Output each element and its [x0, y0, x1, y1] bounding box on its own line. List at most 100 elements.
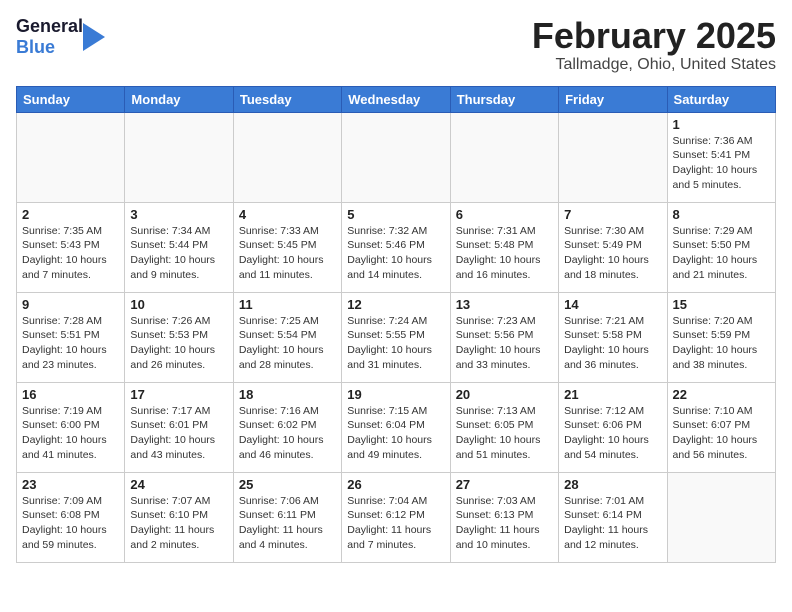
- day-number: 22: [673, 387, 770, 402]
- calendar-cell: 18 Sunrise: 7:16 AM Sunset: 6:02 PM Dayli…: [233, 382, 341, 472]
- day-info: Sunrise: 7:23 AM Sunset: 5:56 PM Dayligh…: [456, 314, 553, 373]
- calendar-table: SundayMondayTuesdayWednesdayThursdayFrid…: [16, 86, 776, 563]
- day-info: Sunrise: 7:32 AM Sunset: 5:46 PM Dayligh…: [347, 224, 444, 283]
- calendar-subtitle: Tallmadge, Ohio, United States: [532, 56, 776, 74]
- calendar-cell: 15 Sunrise: 7:20 AM Sunset: 5:59 PM Dayli…: [667, 292, 775, 382]
- day-info: Sunrise: 7:20 AM Sunset: 5:59 PM Dayligh…: [673, 314, 770, 373]
- day-info: Sunrise: 7:29 AM Sunset: 5:50 PM Dayligh…: [673, 224, 770, 283]
- day-number: 1: [673, 117, 770, 132]
- logo-general-text: General: [16, 16, 83, 37]
- calendar-cell: [342, 112, 450, 202]
- calendar-cell: 4 Sunrise: 7:33 AM Sunset: 5:45 PM Daylig…: [233, 202, 341, 292]
- weekday-header-friday: Friday: [559, 86, 667, 112]
- day-info: Sunrise: 7:16 AM Sunset: 6:02 PM Dayligh…: [239, 404, 336, 463]
- calendar-cell: [450, 112, 558, 202]
- calendar-cell: 8 Sunrise: 7:29 AM Sunset: 5:50 PM Daylig…: [667, 202, 775, 292]
- day-info: Sunrise: 7:34 AM Sunset: 5:44 PM Dayligh…: [130, 224, 227, 283]
- calendar-cell: 10Sunrise: 7:26 AM Sunset: 5:53 PM Dayli…: [125, 292, 233, 382]
- day-info: Sunrise: 7:36 AM Sunset: 5:41 PM Dayligh…: [673, 134, 770, 193]
- day-info: Sunrise: 7:10 AM Sunset: 6:07 PM Dayligh…: [673, 404, 770, 463]
- day-number: 27: [456, 477, 553, 492]
- calendar-cell: 23Sunrise: 7:09 AM Sunset: 6:08 PM Dayli…: [17, 472, 125, 562]
- week-row-3: 16 Sunrise: 7:19 AM Sunset: 6:00 PM Dayli…: [17, 382, 776, 472]
- day-number: 24: [130, 477, 227, 492]
- calendar-cell: 28 Sunrise: 7:01 AM Sunset: 6:14 PM Dayli…: [559, 472, 667, 562]
- day-number: 18: [239, 387, 336, 402]
- week-row-1: 2 Sunrise: 7:35 AM Sunset: 5:43 PM Daylig…: [17, 202, 776, 292]
- day-number: 28: [564, 477, 661, 492]
- weekday-header-tuesday: Tuesday: [233, 86, 341, 112]
- calendar-cell: 13 Sunrise: 7:23 AM Sunset: 5:56 PM Dayli…: [450, 292, 558, 382]
- calendar-cell: [559, 112, 667, 202]
- day-info: Sunrise: 7:15 AM Sunset: 6:04 PM Dayligh…: [347, 404, 444, 463]
- calendar-cell: 25 Sunrise: 7:06 AM Sunset: 6:11 PM Dayli…: [233, 472, 341, 562]
- day-number: 26: [347, 477, 444, 492]
- calendar-cell: 3 Sunrise: 7:34 AM Sunset: 5:44 PM Daylig…: [125, 202, 233, 292]
- calendar-cell: 27 Sunrise: 7:03 AM Sunset: 6:13 PM Dayli…: [450, 472, 558, 562]
- weekday-header-saturday: Saturday: [667, 86, 775, 112]
- day-info: Sunrise: 7:26 AM Sunset: 5:53 PM Dayligh…: [130, 314, 227, 373]
- day-number: 2: [22, 207, 119, 222]
- day-info: Sunrise: 7:17 AM Sunset: 6:01 PM Dayligh…: [130, 404, 227, 463]
- week-row-4: 23Sunrise: 7:09 AM Sunset: 6:08 PM Dayli…: [17, 472, 776, 562]
- day-info: Sunrise: 7:35 AM Sunset: 5:43 PM Dayligh…: [22, 224, 119, 283]
- calendar-title: February 2025: [532, 16, 776, 56]
- logo: GeneralBlue: [16, 16, 105, 57]
- day-number: 9: [22, 297, 119, 312]
- weekday-header-wednesday: Wednesday: [342, 86, 450, 112]
- day-number: 5: [347, 207, 444, 222]
- day-number: 11: [239, 297, 336, 312]
- day-info: Sunrise: 7:28 AM Sunset: 5:51 PM Dayligh…: [22, 314, 119, 373]
- day-number: 4: [239, 207, 336, 222]
- calendar-cell: 16 Sunrise: 7:19 AM Sunset: 6:00 PM Dayli…: [17, 382, 125, 472]
- day-info: Sunrise: 7:04 AM Sunset: 6:12 PM Dayligh…: [347, 494, 444, 553]
- week-row-0: 1 Sunrise: 7:36 AM Sunset: 5:41 PM Daylig…: [17, 112, 776, 202]
- calendar-cell: 11 Sunrise: 7:25 AM Sunset: 5:54 PM Dayli…: [233, 292, 341, 382]
- calendar-cell: 19 Sunrise: 7:15 AM Sunset: 6:04 PM Dayli…: [342, 382, 450, 472]
- calendar-cell: 7 Sunrise: 7:30 AM Sunset: 5:49 PM Daylig…: [559, 202, 667, 292]
- day-info: Sunrise: 7:06 AM Sunset: 6:11 PM Dayligh…: [239, 494, 336, 553]
- day-number: 19: [347, 387, 444, 402]
- day-info: Sunrise: 7:33 AM Sunset: 5:45 PM Dayligh…: [239, 224, 336, 283]
- calendar-cell: 21Sunrise: 7:12 AM Sunset: 6:06 PM Dayli…: [559, 382, 667, 472]
- calendar-cell: 14Sunrise: 7:21 AM Sunset: 5:58 PM Dayli…: [559, 292, 667, 382]
- day-number: 25: [239, 477, 336, 492]
- day-info: Sunrise: 7:21 AM Sunset: 5:58 PM Dayligh…: [564, 314, 661, 373]
- weekday-header-row: SundayMondayTuesdayWednesdayThursdayFrid…: [17, 86, 776, 112]
- calendar-cell: 26 Sunrise: 7:04 AM Sunset: 6:12 PM Dayli…: [342, 472, 450, 562]
- day-number: 17: [130, 387, 227, 402]
- day-number: 20: [456, 387, 553, 402]
- logo-blue-text: Blue: [16, 37, 83, 58]
- calendar-cell: 6 Sunrise: 7:31 AM Sunset: 5:48 PM Daylig…: [450, 202, 558, 292]
- calendar-cell: 9 Sunrise: 7:28 AM Sunset: 5:51 PM Daylig…: [17, 292, 125, 382]
- calendar-cell: 5 Sunrise: 7:32 AM Sunset: 5:46 PM Daylig…: [342, 202, 450, 292]
- day-number: 15: [673, 297, 770, 312]
- day-number: 16: [22, 387, 119, 402]
- calendar-cell: 1 Sunrise: 7:36 AM Sunset: 5:41 PM Daylig…: [667, 112, 775, 202]
- logo-arrow-icon: [83, 18, 105, 56]
- calendar-cell: 22 Sunrise: 7:10 AM Sunset: 6:07 PM Dayli…: [667, 382, 775, 472]
- title-block: February 2025 Tallmadge, Ohio, United St…: [532, 16, 776, 74]
- day-number: 8: [673, 207, 770, 222]
- calendar-cell: 12Sunrise: 7:24 AM Sunset: 5:55 PM Dayli…: [342, 292, 450, 382]
- calendar-cell: [125, 112, 233, 202]
- day-info: Sunrise: 7:01 AM Sunset: 6:14 PM Dayligh…: [564, 494, 661, 553]
- day-info: Sunrise: 7:03 AM Sunset: 6:13 PM Dayligh…: [456, 494, 553, 553]
- weekday-header-monday: Monday: [125, 86, 233, 112]
- weekday-header-thursday: Thursday: [450, 86, 558, 112]
- day-number: 13: [456, 297, 553, 312]
- day-number: 3: [130, 207, 227, 222]
- calendar-cell: 17 Sunrise: 7:17 AM Sunset: 6:01 PM Dayli…: [125, 382, 233, 472]
- day-info: Sunrise: 7:09 AM Sunset: 6:08 PM Dayligh…: [22, 494, 119, 553]
- calendar-cell: 2 Sunrise: 7:35 AM Sunset: 5:43 PM Daylig…: [17, 202, 125, 292]
- day-info: Sunrise: 7:31 AM Sunset: 5:48 PM Dayligh…: [456, 224, 553, 283]
- calendar-cell: 20Sunrise: 7:13 AM Sunset: 6:05 PM Dayli…: [450, 382, 558, 472]
- logo: GeneralBlue: [16, 16, 105, 57]
- day-info: Sunrise: 7:19 AM Sunset: 6:00 PM Dayligh…: [22, 404, 119, 463]
- calendar-cell: [17, 112, 125, 202]
- day-number: 6: [456, 207, 553, 222]
- day-number: 7: [564, 207, 661, 222]
- day-info: Sunrise: 7:12 AM Sunset: 6:06 PM Dayligh…: [564, 404, 661, 463]
- day-info: Sunrise: 7:25 AM Sunset: 5:54 PM Dayligh…: [239, 314, 336, 373]
- day-info: Sunrise: 7:30 AM Sunset: 5:49 PM Dayligh…: [564, 224, 661, 283]
